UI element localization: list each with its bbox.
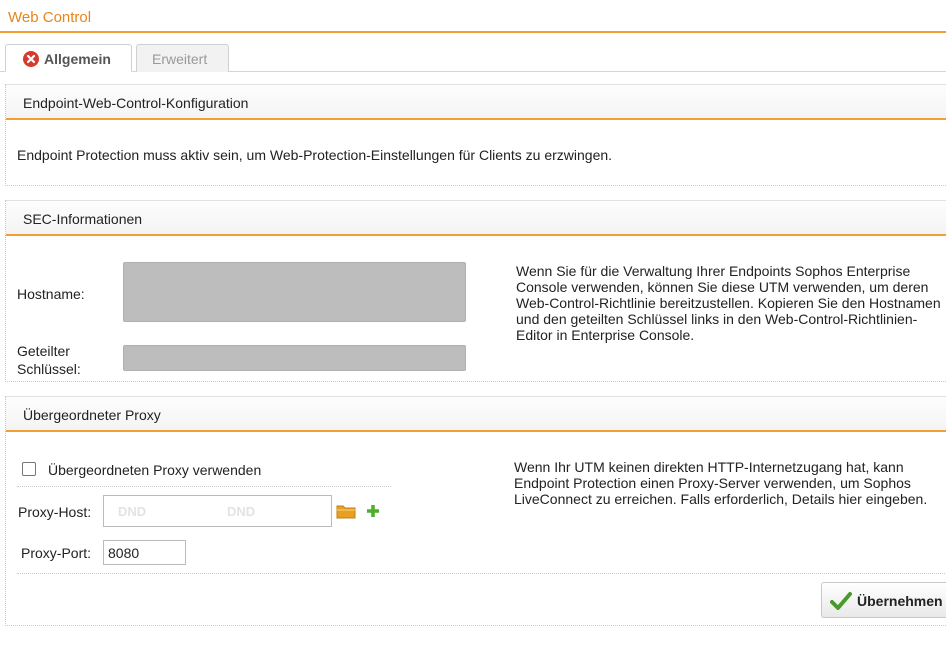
proxy-host-placeholder-2: DND xyxy=(227,504,256,519)
tab-allgemein[interactable]: Allgemein xyxy=(5,44,132,72)
x-circle-icon xyxy=(23,51,39,67)
use-proxy-label[interactable]: Übergeordneten Proxy verwenden xyxy=(48,462,261,478)
check-icon xyxy=(830,591,852,616)
shared-key-label-line2: Schlüssel: xyxy=(17,361,81,377)
proxy-host-label: Proxy-Host: xyxy=(18,504,92,520)
apply-button-label: Übernehmen xyxy=(857,593,943,609)
proxy-section-header: Übergeordneter Proxy xyxy=(6,396,946,432)
sec-description: Wenn Sie für die Verwaltung Ihrer Endpoi… xyxy=(516,263,941,343)
hostname-field[interactable] xyxy=(123,262,466,322)
folder-icon[interactable] xyxy=(336,503,356,524)
sec-section: SEC-Informationen Hostname: Geteilter Sc… xyxy=(5,200,946,382)
tab-erweitert[interactable]: Erweitert xyxy=(136,44,229,72)
endpoint-section-title: Endpoint-Web-Control-Konfiguration xyxy=(23,95,249,111)
proxy-port-label: Proxy-Port: xyxy=(21,545,92,561)
endpoint-section-header: Endpoint-Web-Control-Konfiguration xyxy=(6,84,946,120)
sec-section-title: SEC-Informationen xyxy=(23,211,143,227)
sec-section-header: SEC-Informationen xyxy=(6,200,946,236)
endpoint-info-text: Endpoint Protection muss aktiv sein, um … xyxy=(17,147,613,163)
proxy-port-input[interactable]: 8080 xyxy=(103,540,186,565)
hostname-label: Hostname: xyxy=(17,286,85,302)
tab-bar: Allgemein Erweitert xyxy=(0,44,946,72)
divider xyxy=(17,573,946,574)
window-title-bar: Web Control xyxy=(0,0,946,33)
proxy-host-placeholder-1: DND xyxy=(118,504,147,519)
proxy-section-title: Übergeordneter Proxy xyxy=(23,407,161,423)
tab-erweitert-label: Erweitert xyxy=(152,51,208,67)
use-proxy-checkbox[interactable] xyxy=(22,462,36,476)
proxy-section: Übergeordneter Proxy Übergeordneten Prox… xyxy=(5,396,946,626)
add-icon[interactable] xyxy=(365,503,381,524)
shared-key-field[interactable] xyxy=(123,345,466,371)
proxy-host-input[interactable]: DND DND xyxy=(103,495,332,527)
divider xyxy=(17,486,391,487)
tab-allgemein-label: Allgemein xyxy=(44,51,111,67)
shared-key-label-line1: Geteilter xyxy=(17,343,70,359)
apply-button[interactable]: Übernehmen xyxy=(821,582,946,618)
proxy-description: Wenn Ihr UTM keinen direkten HTTP-Intern… xyxy=(514,459,928,507)
endpoint-section: Endpoint-Web-Control-Konfiguration Endpo… xyxy=(5,84,946,186)
window-title: Web Control xyxy=(8,9,92,26)
proxy-port-value: 8080 xyxy=(108,545,140,561)
